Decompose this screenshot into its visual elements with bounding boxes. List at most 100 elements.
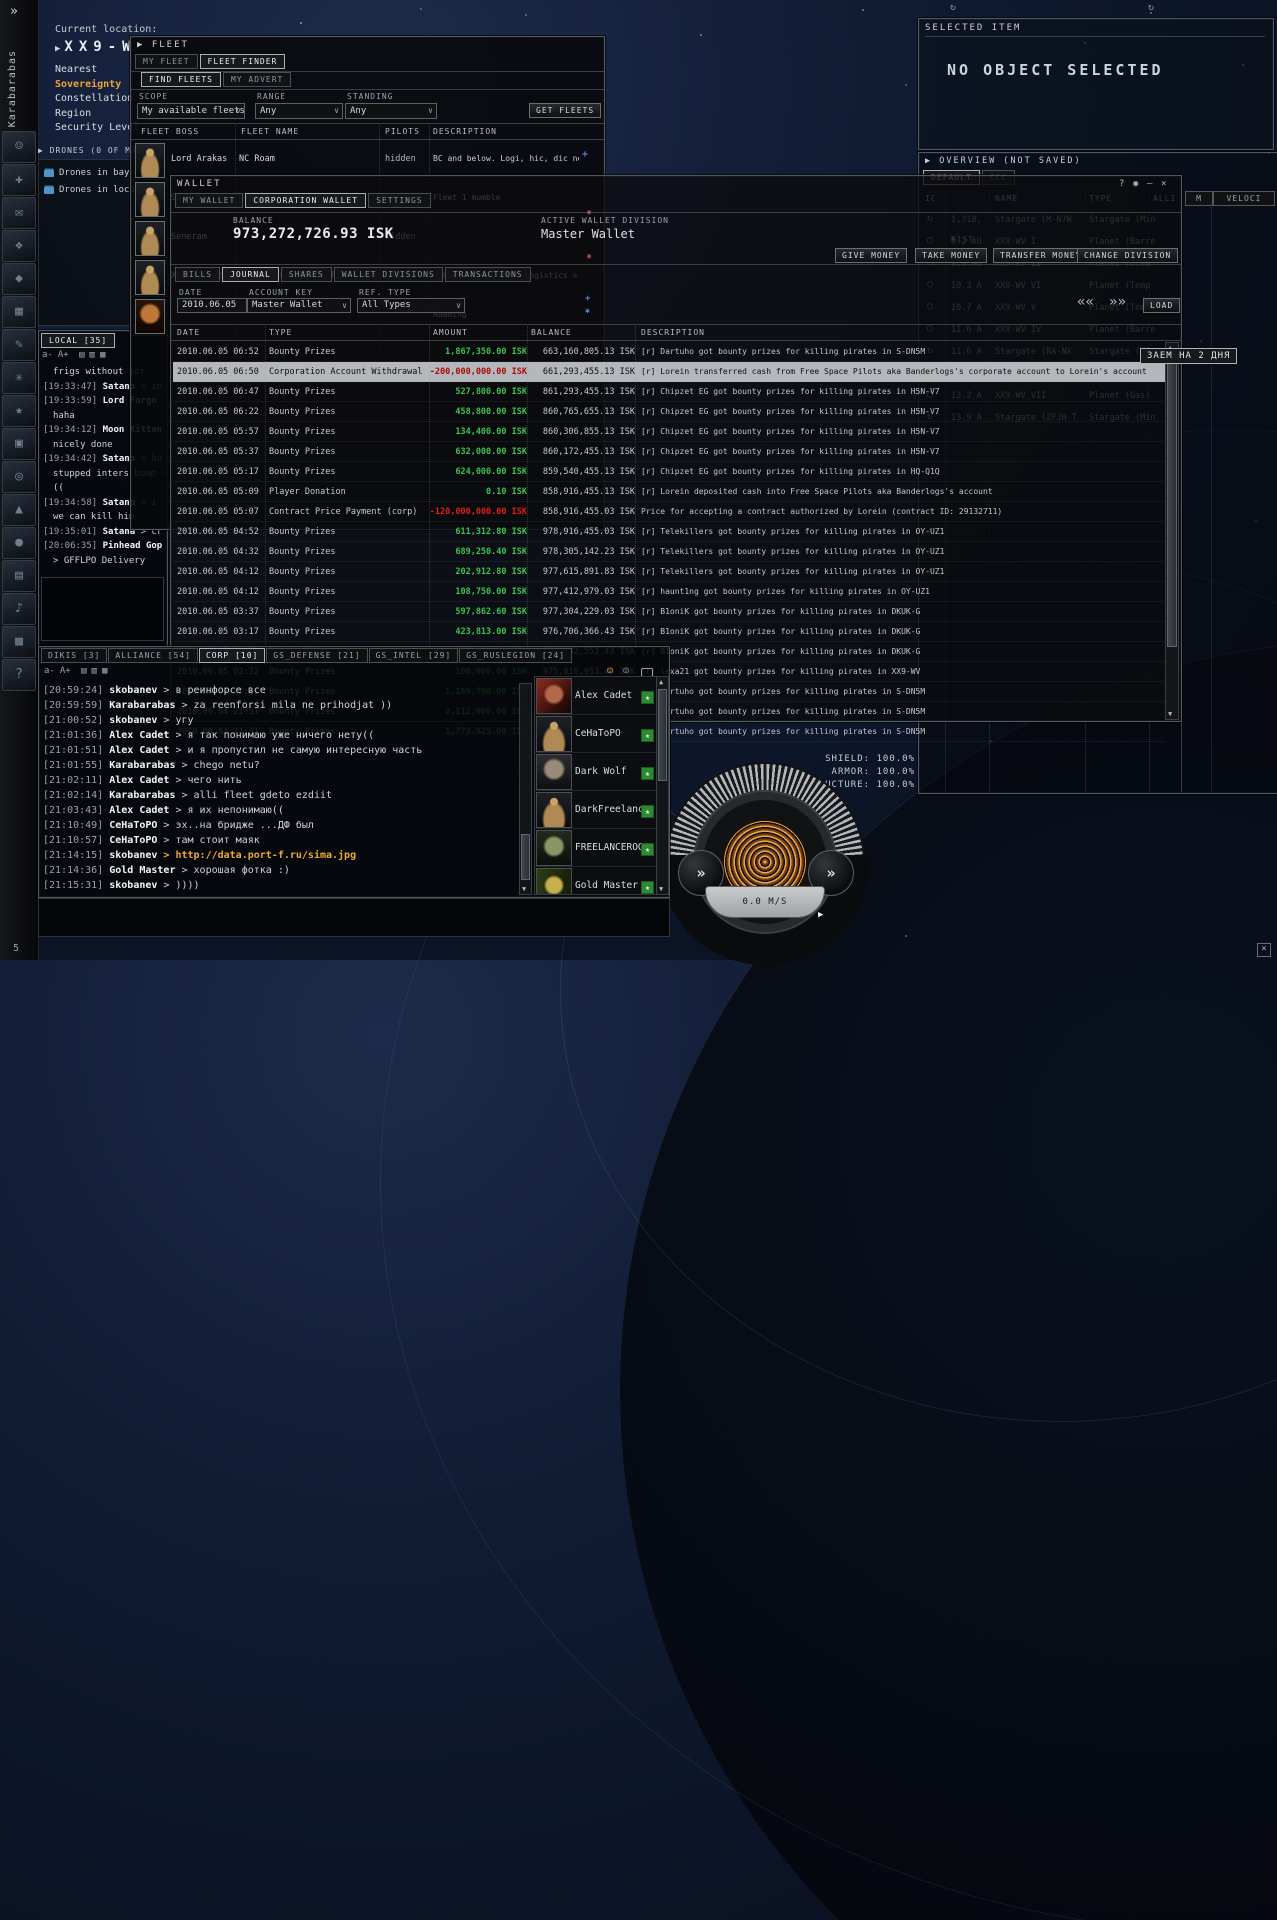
chat-scrollbar[interactable]: ▼ bbox=[519, 683, 532, 895]
col-fleet-name[interactable]: FLEET NAME bbox=[241, 127, 299, 136]
col-balance[interactable]: BALANCE bbox=[531, 328, 572, 337]
calculator-icon[interactable]: ▩ bbox=[2, 626, 36, 658]
tab-shares[interactable]: SHARES bbox=[280, 267, 332, 282]
wildcard-icon[interactable]: ✱ bbox=[585, 306, 590, 315]
take-money-button[interactable]: TAKE MONEY bbox=[915, 248, 988, 263]
jukebox-icon[interactable]: ♪ bbox=[2, 593, 36, 625]
chat-tab-corp-10[interactable]: CORP [10] bbox=[198, 648, 266, 663]
list-view-icon[interactable]: ▤ bbox=[79, 350, 84, 360]
journal-row[interactable]: 2010.06.05 05:37 Bounty Prizes 632,000.00 … bbox=[173, 442, 1165, 462]
chat-tab-gs-defense-21[interactable]: GS_DEFENSE [21] bbox=[266, 648, 368, 663]
load-button[interactable]: LOAD bbox=[1143, 298, 1181, 313]
journal-row[interactable]: 2010.06.05 03:17 Bounty Prizes 423,813.00 … bbox=[173, 622, 1165, 642]
member-row[interactable]: Dark Wolf ★ bbox=[535, 753, 657, 791]
font-smaller-button[interactable]: a- bbox=[42, 350, 53, 360]
overview-title[interactable]: ▶ OVERVIEW (NOT SAVED) bbox=[925, 156, 1082, 166]
play-icon[interactable]: ▶ bbox=[818, 910, 823, 920]
col-amount[interactable]: AMOUNT bbox=[433, 328, 468, 337]
tab-local[interactable]: LOCAL [35] bbox=[41, 333, 116, 348]
wallet-vault-icon[interactable]: ▣ bbox=[2, 428, 36, 460]
journal-row[interactable]: 2010.06.05 04:32 Bounty Prizes 689,250.40 … bbox=[173, 542, 1165, 562]
assets-icon[interactable]: ▦ bbox=[2, 296, 36, 328]
skills-icon[interactable]: ✚ bbox=[2, 164, 36, 196]
chat-tab-gs-ruslegion-24[interactable]: GS_RUSLEGION [24] bbox=[459, 648, 573, 663]
chat-tab-dikis-3[interactable]: DIKIS [3] bbox=[41, 648, 108, 663]
journal-row[interactable]: 2010.06.05 03:37 Bounty Prizes 597,862.60 … bbox=[173, 602, 1165, 622]
journal-row[interactable]: 2010.06.05 06:52 Bounty Prizes 1,867,350.0… bbox=[173, 342, 1165, 362]
tab-my-advert[interactable]: MY ADVERT bbox=[222, 72, 292, 87]
scrollbar-thumb[interactable] bbox=[658, 689, 667, 781]
tab-my-fleet[interactable]: MY FLEET bbox=[135, 54, 198, 69]
font-larger-button[interactable]: A+ bbox=[58, 350, 69, 360]
speed-gauge[interactable]: 0.0 M/S bbox=[705, 886, 825, 918]
tab-find-fleets[interactable]: FIND FLEETS bbox=[141, 72, 221, 87]
font-larger-button[interactable]: A+ bbox=[60, 666, 71, 676]
scrollbar-thumb[interactable] bbox=[1167, 355, 1177, 647]
col-fleet-boss[interactable]: FLEET BOSS bbox=[141, 127, 199, 136]
journal-row[interactable]: 2010.06.05 04:52 Bounty Prizes 611,312.80 … bbox=[173, 522, 1165, 542]
tab-fleet-finder[interactable]: FLEET FINDER bbox=[199, 54, 286, 69]
minimize-icon[interactable]: – bbox=[1147, 179, 1152, 189]
col-velocity[interactable]: VELOCI bbox=[1213, 191, 1275, 206]
scope-dropdown[interactable]: My available fleets ∨ bbox=[137, 103, 245, 119]
list-view-icon[interactable]: ▤ bbox=[81, 666, 86, 676]
local-chat-input[interactable] bbox=[41, 577, 164, 641]
tab-corporation-wallet[interactable]: CORPORATION WALLET bbox=[245, 193, 367, 208]
character-sheet-icon[interactable]: ☺ bbox=[2, 131, 36, 163]
browser-icon[interactable]: ● bbox=[2, 527, 36, 559]
people-icon[interactable]: ◉ bbox=[587, 208, 591, 216]
tab-my-wallet[interactable]: MY WALLET bbox=[175, 193, 244, 208]
journal-row[interactable]: 2010.06.05 04:12 Bounty Prizes 108,750.00 … bbox=[173, 582, 1165, 602]
member-row[interactable]: Gold Master ★ bbox=[535, 867, 657, 894]
journal-scrollbar[interactable]: ▲ ▼ bbox=[1165, 342, 1179, 720]
chat-tab-alliance-54[interactable]: ALLIANCE [54] bbox=[108, 648, 198, 663]
give-money-button[interactable]: GIVE MONEY bbox=[835, 248, 908, 263]
market-icon[interactable]: ◆ bbox=[2, 263, 36, 295]
journal-row[interactable]: 2010.06.05 06:47 Bounty Prizes 527,800.00 … bbox=[173, 382, 1165, 402]
col-type[interactable]: TYPE bbox=[269, 328, 292, 337]
grid-view-icon[interactable]: ▦ bbox=[102, 666, 107, 676]
fitting-icon[interactable]: ❖ bbox=[2, 230, 36, 262]
pin-icon[interactable]: ◉ bbox=[1133, 179, 1138, 189]
journal-row[interactable]: 2010.06.05 05:57 Bounty Prizes 134,400.00 … bbox=[173, 422, 1165, 442]
member-scrollbar[interactable]: ▲ ▼ bbox=[656, 676, 669, 895]
account-key-dropdown[interactable]: Master Wallet ∨ bbox=[247, 298, 351, 313]
journal-icon[interactable]: ▤ bbox=[2, 560, 36, 592]
close-box-icon[interactable]: × bbox=[1257, 943, 1271, 957]
join-fleet-icon[interactable]: + bbox=[582, 149, 588, 160]
scroll-up-icon[interactable]: ▲ bbox=[659, 678, 663, 686]
col-description[interactable]: DESCRIPTION bbox=[641, 328, 705, 337]
member-row[interactable]: DarkFreelancerog★ bbox=[535, 791, 657, 829]
standing-dropdown[interactable]: Any ∨ bbox=[345, 103, 437, 119]
pager-next-icon[interactable]: »» bbox=[1109, 294, 1126, 310]
journal-row[interactable]: 2010.06.05 04:12 Bounty Prizes 202,912.80 … bbox=[173, 562, 1165, 582]
pager-prev-icon[interactable]: «« bbox=[1077, 294, 1094, 310]
scroll-down-icon[interactable]: ▼ bbox=[659, 885, 663, 893]
date-field[interactable]: 2010.06.05 bbox=[177, 298, 247, 313]
chat-input-field[interactable] bbox=[38, 898, 670, 937]
help-icon[interactable]: ? bbox=[1119, 179, 1124, 189]
col-description[interactable]: DESCRIPTION bbox=[433, 127, 497, 136]
member-row[interactable]: Alex Cadet ★ bbox=[535, 677, 657, 715]
col-m[interactable]: M bbox=[1185, 191, 1213, 206]
scroll-down-icon[interactable]: ▼ bbox=[522, 885, 526, 893]
alliance-icon[interactable]: ▲ bbox=[2, 494, 36, 526]
col-pilots[interactable]: PILOTS bbox=[385, 127, 420, 136]
range-dropdown[interactable]: Any ∨ bbox=[255, 103, 343, 119]
journal-row[interactable]: 2010.06.05 06:22 Bounty Prizes 458,800.00 … bbox=[173, 402, 1165, 422]
contracts-icon[interactable]: ✎ bbox=[2, 329, 36, 361]
neocom-expand-icon[interactable]: » bbox=[10, 4, 18, 19]
font-smaller-button[interactable]: a- bbox=[44, 666, 55, 676]
window-anchor-icon[interactable]: ↻ bbox=[1148, 2, 1154, 13]
currency-icon[interactable]: ◎ bbox=[2, 461, 36, 493]
ref-type-dropdown[interactable]: All Types ∨ bbox=[357, 298, 465, 313]
scroll-down-icon[interactable]: ▼ bbox=[1168, 710, 1172, 718]
scrollbar-thumb[interactable] bbox=[521, 834, 530, 880]
mail-icon[interactable]: ✉ bbox=[2, 197, 36, 229]
tab-transactions[interactable]: TRANSACTIONS bbox=[444, 267, 531, 282]
tab-journal[interactable]: JOURNAL bbox=[222, 267, 279, 282]
journal-row[interactable]: 2010.06.05 05:07 Contract Price Payment (… bbox=[173, 502, 1165, 522]
transfer-money-button[interactable]: TRANSFER MONEY bbox=[993, 248, 1089, 263]
refresh-icon[interactable]: ↻ bbox=[950, 2, 956, 13]
people-icon[interactable]: ◉ bbox=[587, 252, 591, 260]
